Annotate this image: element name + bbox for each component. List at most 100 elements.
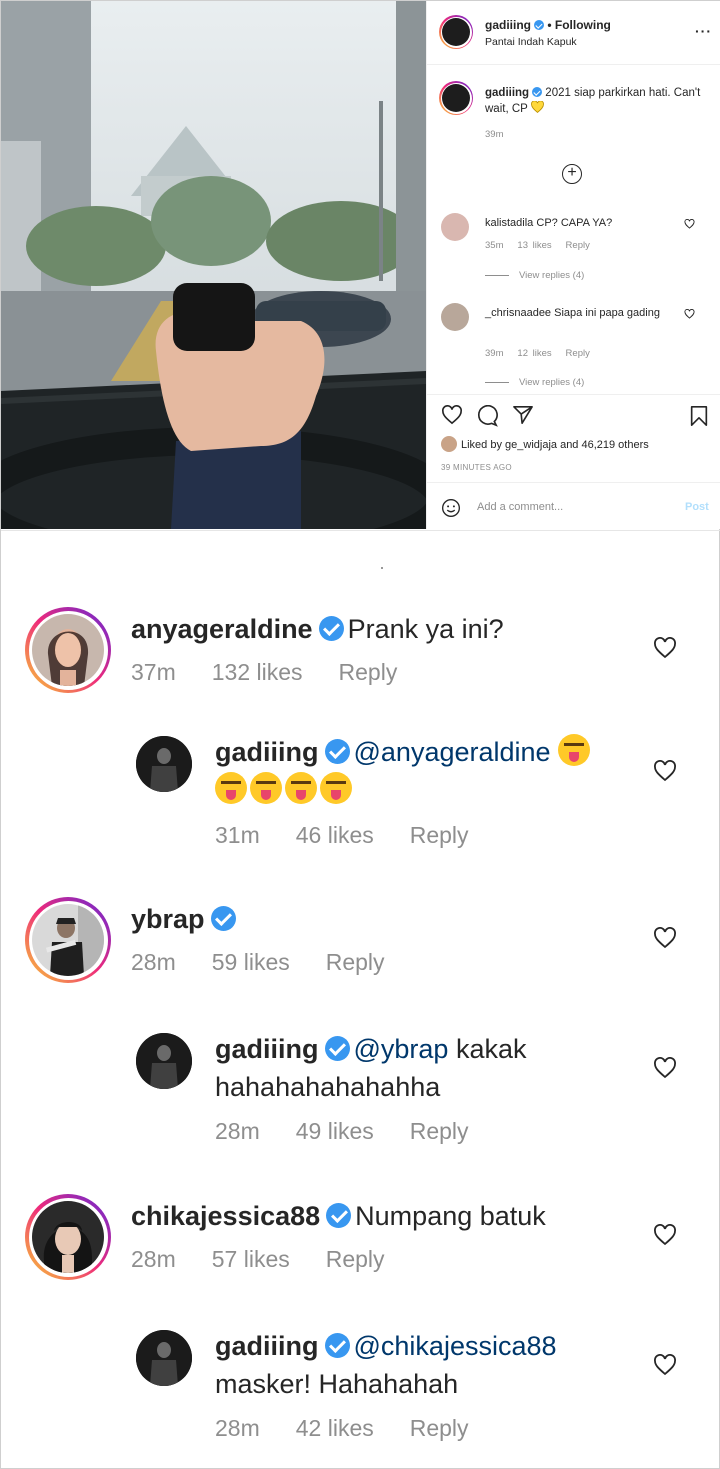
verified-badge-icon [532, 87, 543, 97]
like-comment-icon[interactable] [653, 1057, 677, 1079]
reply-button[interactable]: Reply [326, 1246, 385, 1272]
view-replies-button[interactable]: View replies (4) [485, 377, 584, 388]
story-ring[interactable] [439, 81, 473, 115]
load-more-comments-icon[interactable]: + [562, 164, 582, 184]
verified-badge-icon [318, 616, 344, 641]
verified-badge-icon [210, 906, 236, 931]
comment-time: 35m [485, 240, 504, 251]
avatar[interactable] [441, 213, 469, 241]
liker-avatar [441, 436, 457, 452]
like-icon[interactable] [441, 405, 463, 425]
comment-time: 28m [215, 1118, 260, 1144]
emoji-icon[interactable] [441, 498, 461, 518]
comment-username[interactable]: _chrisnaadee [485, 307, 551, 319]
mention-link[interactable]: @chikajessica88 [354, 1331, 557, 1361]
emoji-row [215, 772, 355, 808]
story-ring[interactable] [25, 1194, 111, 1280]
story-ring[interactable] [25, 897, 111, 983]
tongue-emoji-icon [215, 772, 247, 804]
comment-likes[interactable]: 13 likes [517, 240, 551, 251]
caption-username[interactable]: gadiiing [485, 87, 529, 99]
reply-button[interactable]: Reply [410, 822, 469, 848]
add-comment-bar: Add a comment... Post [427, 482, 720, 529]
save-bookmark-icon[interactable] [689, 405, 709, 427]
like-comment-icon[interactable] [653, 927, 677, 949]
post-header: gadiiing • Following Pantai Indah Kapuk … [427, 1, 720, 65]
yellow-heart-icon [530, 100, 544, 113]
reply-button[interactable]: Reply [566, 240, 590, 251]
comment-username[interactable]: gadiiing [215, 737, 319, 767]
avatar[interactable] [136, 736, 192, 792]
like-comment-icon[interactable] [653, 1224, 677, 1246]
avatar [32, 904, 104, 976]
caption-text: gadiiing 2021 siap parkirkan hati. Can't… [485, 86, 705, 117]
comment-likes[interactable]: 59 likes [212, 949, 290, 975]
comment-time: 31m [215, 822, 260, 848]
comment-likes[interactable]: 132 likes [212, 659, 303, 685]
comment-username[interactable]: chikajessica88 [131, 1201, 320, 1231]
story-ring[interactable] [439, 15, 473, 49]
reply-button[interactable]: Reply [339, 659, 398, 685]
comment-time: 28m [131, 949, 176, 975]
liked-by-others[interactable]: 46,219 others [581, 439, 648, 451]
verified-badge-icon [324, 739, 350, 764]
liked-by: Liked by ge_widjaja and 46,219 others [441, 436, 649, 452]
like-comment-icon[interactable] [653, 637, 677, 659]
reply-button[interactable]: Reply [326, 949, 385, 975]
post-comment-button[interactable]: Post [685, 501, 709, 513]
like-comment-icon[interactable] [653, 760, 677, 782]
comment-username[interactable]: gadiiing [215, 1331, 319, 1361]
comment-text: Siapa ini papa gading [554, 307, 660, 319]
comment-username[interactable]: ybrap [131, 904, 205, 934]
more-options-icon[interactable]: ··· [695, 23, 712, 39]
post-time-ago: 39 MINUTES AGO [441, 463, 512, 472]
comment-likes[interactable]: 57 likes [212, 1246, 290, 1272]
avatar[interactable] [441, 303, 469, 331]
liked-by-middle: and [557, 439, 582, 451]
comment-time: 39m [485, 348, 504, 359]
mention-link[interactable]: @ybrap [354, 1034, 449, 1064]
caption-time: 39m [485, 129, 504, 140]
liked-by-prefix: Liked by [461, 439, 506, 451]
comment-username[interactable]: anyageraldine [131, 614, 313, 644]
comment-likes[interactable]: 46 likes [296, 822, 374, 848]
tongue-emoji-icon [320, 772, 352, 804]
verified-badge-icon [324, 1036, 350, 1061]
comment-text: CP? CAPA YA? [536, 217, 613, 229]
liked-by-user[interactable]: ge_widjaja [505, 439, 557, 451]
comment-text-line2: masker! Hahahahah [215, 1369, 459, 1399]
avatar [442, 18, 470, 46]
comment-likes[interactable]: 42 likes [296, 1415, 374, 1441]
avatar[interactable] [136, 1033, 192, 1089]
post-sidebar: gadiiing • Following Pantai Indah Kapuk … [426, 1, 720, 529]
mention-link[interactable]: @anyageraldine [354, 737, 551, 767]
view-replies-button[interactable]: View replies (4) [485, 270, 584, 281]
tongue-emoji-icon [250, 772, 282, 804]
avatar[interactable] [136, 1330, 192, 1386]
story-ring[interactable] [25, 607, 111, 693]
add-comment-input[interactable]: Add a comment... [477, 501, 563, 513]
screenshot-frame: gadiiing • Following Pantai Indah Kapuk … [0, 0, 720, 1469]
comment-username[interactable]: kalistadila [485, 217, 533, 229]
location-link[interactable]: Pantai Indah Kapuk [485, 36, 577, 48]
avatar [32, 1201, 104, 1273]
verified-badge-icon [326, 1203, 352, 1228]
comment-icon[interactable] [476, 405, 498, 427]
reply-button[interactable]: Reply [566, 348, 590, 359]
like-comment-icon[interactable] [684, 309, 695, 322]
reply-button[interactable]: Reply [410, 1118, 469, 1144]
tongue-emoji-icon [285, 772, 317, 804]
header-username[interactable]: gadiiing [485, 18, 531, 32]
comment-username[interactable]: gadiiing [215, 1034, 319, 1064]
reply-button[interactable]: Reply [410, 1415, 469, 1441]
comment-text: kakak [448, 1034, 527, 1064]
post-actions: Liked by ge_widjaja and 46,219 others 39… [427, 394, 720, 484]
post-photo [1, 1, 426, 529]
following-status[interactable]: • Following [547, 18, 611, 32]
comment-text-line2: hahahahahahahha [215, 1072, 441, 1102]
like-comment-icon[interactable] [653, 1354, 677, 1376]
like-comment-icon[interactable] [684, 219, 695, 232]
comment-likes[interactable]: 12 likes [517, 348, 551, 359]
comment-likes[interactable]: 49 likes [296, 1118, 374, 1144]
share-icon[interactable] [512, 405, 534, 425]
